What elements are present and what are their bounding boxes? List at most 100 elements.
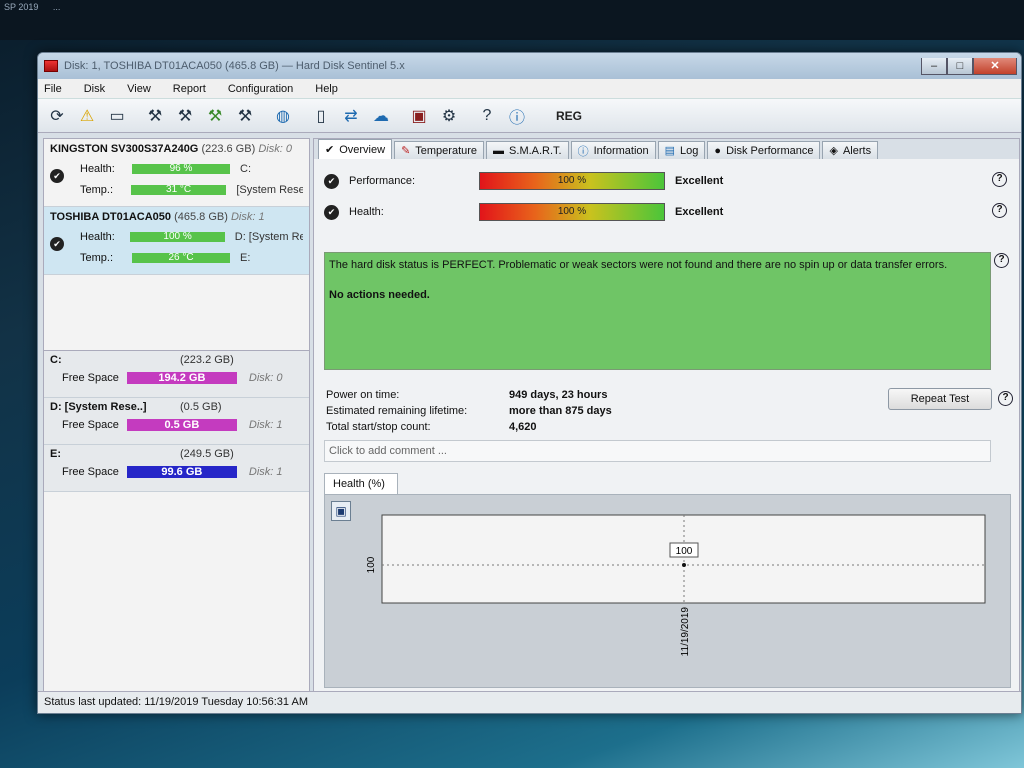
- report-icon[interactable]: ▯: [308, 103, 334, 129]
- temp-extra: E:: [240, 252, 251, 264]
- lifetime-label: Estimated remaining lifetime:: [326, 405, 468, 417]
- tab-overview[interactable]: ✔ Overview: [318, 139, 393, 159]
- maximize-button[interactable]: □: [947, 57, 973, 75]
- disk-entry-kingston[interactable]: KINGSTON SV300S37A240G (223.6 GB) Disk: …: [44, 139, 309, 207]
- disk-list-empty-area: [44, 275, 309, 351]
- desktop-text-1: SP 2019: [4, 2, 39, 12]
- disk-info-block: Power on time: 949 days, 23 hours Estimat…: [326, 389, 612, 437]
- tab-bar: ✔ Overview ✎ Temperature ▬ S.M.A.R.T. ⓘ Info…: [314, 139, 1019, 159]
- power-on-label: Power on time:: [326, 389, 400, 401]
- status-action: No actions needed.: [329, 289, 430, 301]
- tab-label: Disk Performance: [726, 144, 814, 157]
- overview-content: ✔ Performance: 100 % Excellent ? ✔ Healt…: [314, 159, 1019, 692]
- power-on-value: 949 days, 23 hours: [509, 389, 608, 401]
- chart-y-tick: 100: [366, 556, 377, 573]
- health-chart: 100 11/19/2019 100: [366, 514, 986, 656]
- disk-size: (223.6 GB): [201, 143, 256, 155]
- temp-bar: 26 °C: [132, 253, 230, 263]
- health-bar: 100 %: [479, 203, 665, 221]
- info-icon: ⓘ: [577, 145, 589, 158]
- volume-entry-e[interactable]: E: (249.5 GB) Free Space 99.6 GB Disk: 1: [44, 445, 309, 492]
- volume-size: (223.2 GB): [180, 354, 234, 366]
- check-icon: ✔: [50, 237, 64, 251]
- disk-size: (465.8 GB): [174, 211, 228, 223]
- smart-icon: ▬: [493, 144, 505, 157]
- app-window: Disk: 1, TOSHIBA DT01ACA050 (465.8 GB) —…: [37, 52, 1022, 714]
- test-icon-4[interactable]: ⚒: [232, 103, 258, 129]
- menu-disk[interactable]: Disk: [84, 83, 105, 95]
- startstop-value: 4,620: [509, 421, 537, 433]
- disk-entry-toshiba[interactable]: TOSHIBA DT01ACA050 (465.8 GB) Disk: 1 ✔ …: [44, 207, 309, 275]
- tab-label: Overview: [339, 143, 386, 156]
- tab-information[interactable]: ⓘ Information: [570, 141, 656, 159]
- help-icon[interactable]: ?: [992, 203, 1007, 218]
- menu-report[interactable]: Report: [173, 83, 206, 95]
- tab-health-graph[interactable]: Health (%): [324, 473, 398, 495]
- health-label: Health:: [349, 206, 384, 218]
- globe-icon[interactable]: ◍: [270, 103, 296, 129]
- desktop-top-strip: SP 2019 ...: [0, 0, 1024, 40]
- menu-view[interactable]: View: [127, 83, 151, 95]
- menu-configuration[interactable]: Configuration: [228, 83, 293, 95]
- health-label: Health:: [80, 231, 115, 243]
- help-icon[interactable]: ?: [992, 172, 1007, 187]
- performance-bar: 100 %: [479, 172, 665, 190]
- free-space-label: Free Space: [62, 372, 119, 384]
- title-bar[interactable]: Disk: 1, TOSHIBA DT01ACA050 (465.8 GB) —…: [38, 53, 1021, 79]
- free-space-label: Free Space: [62, 419, 119, 431]
- volume-disk: Disk: 1: [248, 466, 283, 478]
- tab-log[interactable]: ▤ Log: [657, 141, 706, 159]
- performance-label: Performance:: [349, 175, 416, 187]
- close-button[interactable]: ✕: [973, 57, 1017, 75]
- reg-label[interactable]: REG: [556, 109, 582, 123]
- minimize-button[interactable]: –: [921, 57, 947, 75]
- volume-name: E:: [50, 448, 61, 460]
- volume-entry-d[interactable]: D: [System Rese..] (0.5 GB) Free Space 0…: [44, 398, 309, 445]
- temp-extra: [System Rese: [236, 184, 303, 196]
- menu-bar: File Disk View Report Configuration Help: [38, 79, 1021, 99]
- check-icon: ✔: [324, 204, 339, 220]
- log-icon: ▤: [664, 145, 676, 157]
- performance-icon: ●: [714, 144, 722, 157]
- help-icon[interactable]: ?: [994, 253, 1009, 268]
- info-icon[interactable]: ⓘ: [504, 103, 530, 129]
- help-icon[interactable]: ?: [998, 391, 1013, 406]
- test-icon-2[interactable]: ⚒: [172, 103, 198, 129]
- monitor-icon[interactable]: ▣: [406, 103, 432, 129]
- warning-icon[interactable]: ⚠: [74, 103, 100, 129]
- volume-size: (249.5 GB): [180, 448, 234, 460]
- help-icon[interactable]: ?: [474, 103, 500, 129]
- disk-icon[interactable]: ▭: [104, 103, 130, 129]
- performance-rating: Excellent: [675, 175, 724, 187]
- gear-icon[interactable]: ⚙: [436, 103, 462, 129]
- health-graph-panel: ▣ 100 11/19/2019 100: [324, 494, 1011, 688]
- left-panel: KINGSTON SV300S37A240G (223.6 GB) Disk: …: [43, 138, 310, 693]
- tab-alerts[interactable]: ◈ Alerts: [822, 141, 879, 159]
- temp-bar: 31 °C: [130, 185, 227, 195]
- test-icon-1[interactable]: ⚒: [142, 103, 168, 129]
- refresh-icon[interactable]: ⟳: [44, 103, 70, 129]
- check-icon: ✔: [50, 169, 64, 183]
- menu-file[interactable]: File: [44, 83, 62, 95]
- tab-temperature[interactable]: ✎ Temperature: [394, 141, 485, 159]
- disk-number: Disk: 0: [258, 143, 292, 155]
- sync-icon[interactable]: ⇄: [338, 103, 364, 129]
- network-icon[interactable]: ☁: [368, 103, 394, 129]
- tab-label: Temperature: [415, 144, 478, 157]
- tab-disk-performance[interactable]: ● Disk Performance: [707, 141, 821, 159]
- volume-entry-c[interactable]: C: (223.2 GB) Free Space 194.2 GB Disk: …: [44, 351, 309, 398]
- volume-disk: Disk: 0: [248, 372, 283, 384]
- tab-label: S.M.A.R.T.: [509, 144, 562, 157]
- tab-smart[interactable]: ▬ S.M.A.R.T.: [486, 141, 569, 159]
- free-space-bar: 0.5 GB: [126, 419, 237, 431]
- status-text: The hard disk status is PERFECT. Problem…: [329, 259, 948, 271]
- check-icon: ✔: [325, 144, 335, 156]
- right-panel: ✔ Overview ✎ Temperature ▬ S.M.A.R.T. ⓘ Info…: [313, 138, 1020, 693]
- test-icon-3[interactable]: ⚒: [202, 103, 228, 129]
- repeat-test-button[interactable]: Repeat Test: [888, 388, 992, 410]
- menu-help[interactable]: Help: [315, 83, 338, 95]
- health-bar: 100 %: [130, 232, 225, 242]
- volume-name: C:: [50, 354, 62, 366]
- comment-field[interactable]: Click to add comment ...: [324, 440, 991, 462]
- health-rating: Excellent: [675, 206, 724, 218]
